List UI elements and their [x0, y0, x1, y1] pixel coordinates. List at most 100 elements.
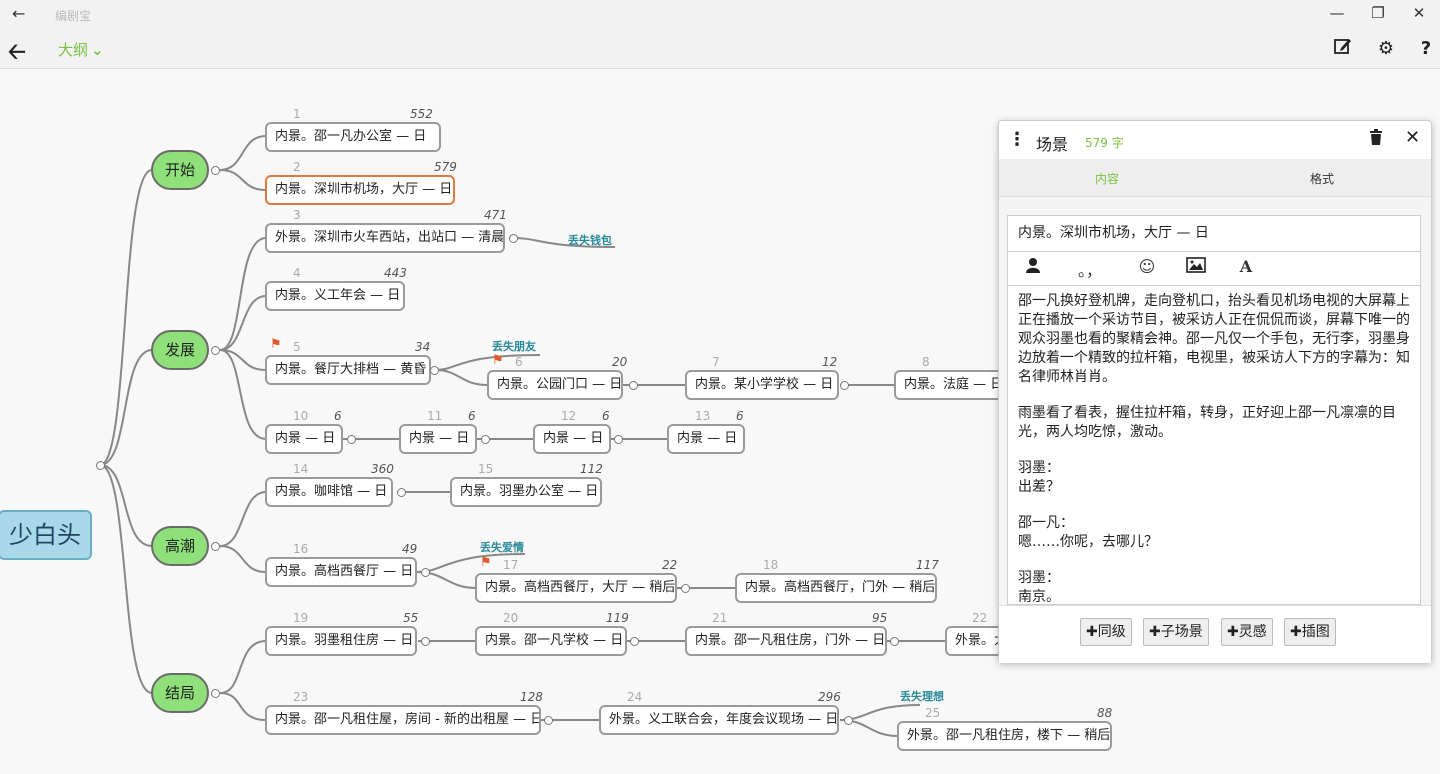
act-node-climax[interactable]: 高潮 [151, 526, 209, 566]
scene-node[interactable]: 内景。高档西餐厅 — 日 [265, 557, 417, 587]
help-button[interactable]: ? [1413, 36, 1439, 62]
scene-number: 12 [561, 409, 577, 423]
scene-word-count: 296 [818, 690, 841, 704]
panel-footer: ✚同级 ✚子场景 ✚灵感 ✚插图 [999, 605, 1431, 663]
collapse-knob[interactable] [430, 366, 439, 375]
toolbar: 🡠 大纲 ⌄ ⚙ ? [0, 30, 1440, 69]
act-node-start[interactable]: 开始 [151, 150, 209, 190]
scene-word-count: 360 [371, 462, 394, 476]
scene-node[interactable]: 内景。咖啡馆 — 日 [265, 477, 393, 507]
scene-node[interactable]: 内景 — 日 [399, 424, 477, 454]
scene-word-count: 6 [334, 409, 342, 423]
scene-word-count: 579 [434, 160, 457, 174]
outline-dropdown[interactable]: 大纲 ⌄ [58, 39, 104, 60]
plus-icon: ✚ [1149, 624, 1161, 640]
scene-content-editor[interactable]: 邵一凡换好登机牌，走向登机口，抬头看见机场电视的大屏幕上正在播放一个采访节目，被… [1007, 286, 1421, 605]
act-node-ending[interactable]: 结局 [151, 673, 209, 713]
collapse-knob[interactable] [211, 689, 220, 698]
punctuation-button[interactable]: 。， [1070, 257, 1110, 281]
scene-node[interactable]: 内景。餐厅大排档 — 黄昏 [265, 355, 431, 385]
scene-node[interactable]: 内景。高档西餐厅，大厅 — 稍后 [475, 573, 677, 603]
collapse-knob[interactable] [629, 381, 638, 390]
kebab-icon[interactable]: ⋮ [1008, 129, 1026, 150]
scene-number: 22 [972, 611, 988, 625]
scene-word-count: 552 [410, 107, 433, 121]
add-subscene-button[interactable]: ✚子场景 [1143, 618, 1209, 646]
scene-heading-input[interactable]: 内景。深圳市机场，大厅 — 日 [1007, 215, 1421, 252]
collapse-knob[interactable] [421, 568, 430, 577]
trash-icon[interactable] [1369, 129, 1383, 149]
scene-node[interactable]: 内景。某小学学校 — 日 [685, 370, 839, 400]
restore-button[interactable]: ❐ [1363, 4, 1393, 22]
note-label[interactable]: 丢失爱情 [480, 539, 524, 555]
scene-node[interactable]: 内景。邵一凡租住房，门外 — 日 [685, 626, 887, 656]
scene-number: 6 [515, 355, 523, 369]
note-label[interactable]: 丢失钱包 [568, 232, 612, 248]
scene-number: 24 [627, 690, 643, 704]
act-node-development[interactable]: 发展 [151, 330, 209, 370]
note-label[interactable]: 丢失理想 [900, 688, 944, 704]
image-icon[interactable] [1181, 257, 1211, 277]
collapse-knob[interactable] [544, 716, 553, 725]
emoji-icon[interactable]: ☺ [1132, 257, 1162, 276]
scene-node[interactable]: 内景。高档西餐厅，门外 — 稍后 [735, 573, 937, 603]
scene-node[interactable]: 外景。义工联合会，年度会议现场 — 日 [599, 705, 839, 735]
add-inspiration-button[interactable]: ✚灵感 [1221, 618, 1273, 646]
scene-word-count: 88 [1097, 706, 1113, 720]
collapse-knob[interactable] [890, 637, 899, 646]
collapse-knob[interactable] [614, 435, 623, 444]
edit-icon[interactable] [1330, 36, 1356, 62]
content-paragraph: 出差？ [1018, 479, 1060, 495]
add-inspiration-label: 灵感 [1238, 624, 1267, 640]
close-window-button[interactable]: ✕ [1404, 4, 1434, 22]
scene-node[interactable]: 内景。公园门口 — 日 [487, 370, 623, 400]
collapse-knob[interactable] [421, 637, 430, 646]
scene-number: 21 [712, 611, 728, 625]
scene-node[interactable]: 内景。义工年会 — 日 [265, 281, 405, 311]
add-sibling-button[interactable]: ✚同级 [1080, 618, 1132, 646]
scene-number: 11 [427, 409, 443, 423]
gear-icon[interactable]: ⚙ [1373, 36, 1399, 62]
arrow-left-icon[interactable]: ← [12, 4, 25, 23]
panel-header: ⋮ 场景 579 字 ✕ [999, 121, 1431, 159]
scene-word-count: 471 [484, 208, 507, 222]
collapse-knob[interactable] [630, 637, 639, 646]
scene-node-selected[interactable]: 内景。深圳市机场，大厅 — 日 [265, 175, 455, 205]
tab-format[interactable]: 格式 [1272, 170, 1372, 187]
collapse-knob[interactable] [840, 381, 849, 390]
collapse-knob[interactable] [509, 234, 518, 243]
collapse-knob[interactable] [481, 435, 490, 444]
note-label[interactable]: 丢失朋友 [492, 338, 536, 354]
scene-node[interactable]: 内景 — 日 [265, 424, 343, 454]
add-illustration-button[interactable]: ✚插图 [1284, 618, 1336, 646]
content-paragraph: 雨墨看了看表，握住拉杆箱，转身，正好迎上邵一凡凛凛的目光，两人均吃惊，激动。 [1018, 405, 1396, 440]
tab-content[interactable]: 内容 [1057, 170, 1157, 187]
scene-node[interactable]: 内景。法庭 — 日 [894, 370, 1006, 400]
collapse-knob[interactable] [96, 461, 105, 470]
collapse-knob[interactable] [211, 542, 220, 551]
scene-node[interactable]: 内景 — 日 [667, 424, 745, 454]
collapse-knob[interactable] [681, 584, 690, 593]
collapse-knob[interactable] [347, 435, 356, 444]
scene-node[interactable]: 内景。邵一凡租住屋，房间 - 新的出租屋 — 日 [265, 705, 541, 735]
font-icon[interactable]: A [1231, 257, 1261, 276]
scene-node[interactable]: 外景。大 [945, 626, 1005, 656]
scene-node[interactable]: 内景。邵一凡学校 — 日 [475, 626, 627, 656]
scene-node[interactable]: 外景。邵一凡租住房，楼下 — 稍后 [897, 721, 1112, 751]
minimize-button[interactable]: — [1322, 4, 1352, 22]
close-icon[interactable]: ✕ [1405, 127, 1420, 148]
scene-node[interactable]: 内景。羽墨办公室 — 日 [450, 477, 602, 507]
collapse-knob[interactable] [211, 346, 220, 355]
scene-node[interactable]: 内景。邵一凡办公室 — 日 [265, 122, 441, 152]
scene-word-count: 12 [822, 355, 838, 369]
collapse-knob[interactable] [397, 488, 406, 497]
collapse-knob[interactable] [211, 166, 220, 175]
person-icon[interactable] [1018, 257, 1048, 277]
arrow-left-bold-icon[interactable]: 🡠 [8, 35, 26, 73]
scene-node[interactable]: 内景 — 日 [533, 424, 611, 454]
collapse-knob[interactable] [844, 716, 853, 725]
root-node[interactable]: 少白头 [0, 510, 92, 560]
scene-node[interactable]: 外景。深圳市火车西站，出站口 — 清晨 [265, 223, 505, 253]
scene-node[interactable]: 内景。羽墨租住房 — 日 [265, 626, 417, 656]
scene-number: 4 [293, 266, 301, 280]
